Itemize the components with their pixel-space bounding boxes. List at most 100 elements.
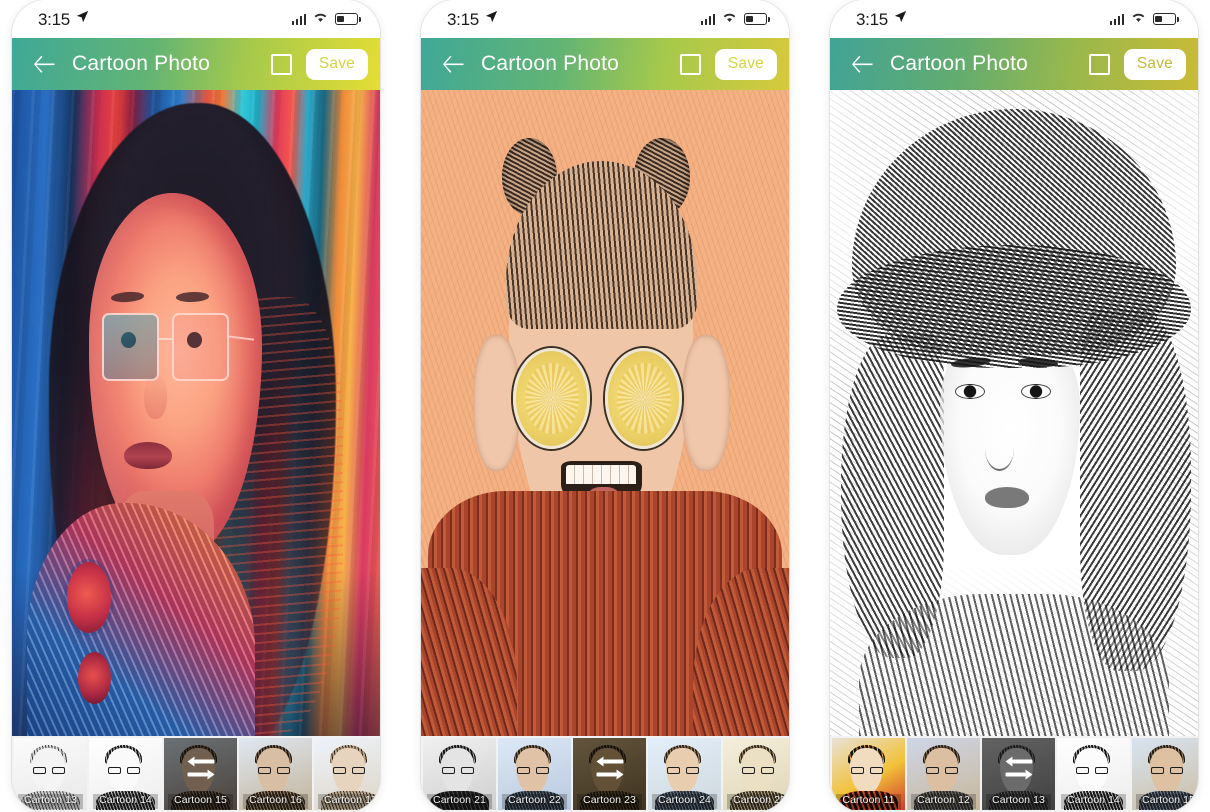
- filter-thumbnail[interactable]: Cartoon 24: [648, 738, 721, 810]
- save-button[interactable]: Save: [305, 48, 368, 80]
- filter-thumbnail[interactable]: Cartoon 25: [723, 738, 789, 810]
- back-button[interactable]: [441, 51, 467, 77]
- location-arrow-icon: [894, 10, 907, 28]
- shirt-rose-motif-1: [67, 561, 112, 633]
- filter-thumbnail-selected[interactable]: Cartoon 23: [573, 738, 646, 810]
- filter-strip-2[interactable]: Cartoon 21 Cartoon 22 Cartoon 23 Cartoon…: [421, 736, 789, 812]
- app-bar-3: Cartoon Photo Save: [830, 38, 1198, 90]
- subject-nose: [984, 426, 1014, 472]
- cellular-signal-icon: [291, 13, 306, 25]
- filter-label: Cartoon 14: [1067, 794, 1120, 807]
- crop-square-icon[interactable]: [1088, 53, 1110, 75]
- status-time: 3:15: [38, 9, 70, 29]
- wifi-icon: [313, 10, 328, 28]
- filter-label: Cartoon 21: [433, 794, 486, 807]
- phone-screen-3: 3:15 Cartoon Photo Save Cartoon 11 Carto…: [830, 0, 1198, 812]
- orange-slice-right: [605, 348, 683, 449]
- filter-strip-1[interactable]: Cartoon 13 Cartoon 14 Cartoon 15 Cartoon…: [12, 736, 380, 812]
- location-arrow-icon: [485, 10, 498, 28]
- app-bar-1: Cartoon Photo Save: [12, 38, 380, 90]
- filter-thumbnail[interactable]: Cartoon 12: [907, 738, 980, 810]
- crop-square-icon[interactable]: [270, 53, 292, 75]
- edited-photo-pencil-sketch: [830, 90, 1198, 736]
- battery-icon: [744, 13, 770, 25]
- compare-arrows-icon: [596, 756, 623, 780]
- status-bar-left-3: 3:15: [856, 10, 907, 28]
- orange-slice-left: [513, 348, 591, 449]
- shirt-rose-motif-2: [78, 652, 112, 704]
- filter-label: Cartoon 13: [992, 794, 1045, 807]
- save-button[interactable]: Save: [1123, 48, 1186, 80]
- filter-thumbnail[interactable]: Cartoon 22: [498, 738, 571, 810]
- status-bar-left-1: 3:15: [38, 10, 89, 28]
- status-bar-3: 3:15: [830, 0, 1198, 38]
- save-button[interactable]: Save: [714, 48, 777, 80]
- filter-thumbnail[interactable]: Cartoon 21: [423, 738, 496, 810]
- filter-label: Cartoon 25: [733, 794, 786, 807]
- filter-thumbnail[interactable]: Cartoon 15: [1132, 738, 1198, 810]
- page-title: Cartoon Photo: [72, 52, 211, 75]
- back-button[interactable]: [32, 51, 58, 77]
- filter-label: Cartoon 24: [658, 794, 711, 807]
- filter-thumbnail[interactable]: Cartoon 16: [239, 738, 312, 810]
- status-time: 3:15: [447, 9, 479, 29]
- filter-thumbnail[interactable]: Cartoon 17: [314, 738, 380, 810]
- photo-canvas-2[interactable]: [421, 90, 789, 736]
- edited-photo-orange-slices: [421, 90, 789, 736]
- filter-label: Cartoon 17: [324, 794, 377, 807]
- status-bar-left-2: 3:15: [447, 10, 498, 28]
- subject-eyeglass-bridge: [159, 338, 173, 341]
- filter-thumbnail[interactable]: Cartoon 14: [89, 738, 162, 810]
- filter-label: Cartoon 15: [174, 794, 227, 807]
- compare-arrows-icon: [1005, 756, 1032, 780]
- back-button[interactable]: [850, 51, 876, 77]
- status-bar-1: 3:15: [12, 0, 380, 38]
- filter-thumbnail[interactable]: Cartoon 11: [832, 738, 905, 810]
- edited-photo-neon-portrait: [12, 90, 380, 736]
- filter-label: Cartoon 15: [1142, 794, 1195, 807]
- filter-thumbnail-selected[interactable]: Cartoon 15: [164, 738, 237, 810]
- filter-label: Cartoon 13: [24, 794, 77, 807]
- status-bar-right-1: [291, 10, 361, 28]
- status-bar-2: 3:15: [421, 0, 789, 38]
- battery-icon: [1153, 13, 1179, 25]
- subject-lips: [984, 487, 1029, 508]
- subject-shoulders: [859, 593, 1169, 736]
- screenshot-stage: 3:15 Cartoon Photo Save Cartoon 13 Carto…: [0, 0, 1210, 812]
- subject-eyeglass-left: [102, 312, 160, 381]
- subject-hand-right: [682, 335, 731, 472]
- location-arrow-icon: [76, 10, 89, 28]
- cellular-signal-icon: [700, 13, 715, 25]
- filter-label: Cartoon 23: [583, 794, 636, 807]
- subject-eyeglass-right: [172, 312, 230, 381]
- page-title: Cartoon Photo: [481, 52, 620, 75]
- filter-thumbnail[interactable]: Cartoon 13: [14, 738, 87, 810]
- photo-canvas-3[interactable]: [830, 90, 1198, 736]
- status-bar-right-2: [700, 10, 770, 28]
- filter-label: Cartoon 12: [917, 794, 970, 807]
- photo-canvas-1[interactable]: [12, 90, 380, 736]
- filter-label: Cartoon 22: [508, 794, 561, 807]
- phone-screen-1: 3:15 Cartoon Photo Save Cartoon 13 Carto…: [12, 0, 380, 812]
- status-bar-right-3: [1109, 10, 1179, 28]
- compare-arrows-icon: [187, 756, 214, 780]
- phone-screen-2: 3:15 Cartoon Photo Save Cartoon 21 Carto…: [421, 0, 789, 812]
- filter-thumbnail-selected[interactable]: Cartoon 13: [982, 738, 1055, 810]
- filter-label: Cartoon 16: [249, 794, 302, 807]
- cellular-signal-icon: [1109, 13, 1124, 25]
- subject-nose: [144, 374, 167, 420]
- app-bar-2: Cartoon Photo Save: [421, 38, 789, 90]
- battery-icon: [335, 13, 361, 25]
- wifi-icon: [1131, 10, 1146, 28]
- subject-eye-left: [955, 383, 985, 399]
- subject-eye-right: [1021, 383, 1051, 399]
- subject-lips: [124, 442, 173, 470]
- filter-thumbnail[interactable]: Cartoon 14: [1057, 738, 1130, 810]
- back-arrow-icon: [852, 55, 873, 73]
- back-arrow-icon: [443, 55, 464, 73]
- filter-strip-3[interactable]: Cartoon 11 Cartoon 12 Cartoon 13 Cartoon…: [830, 736, 1198, 812]
- subject-teeth: [566, 464, 637, 485]
- page-title: Cartoon Photo: [890, 52, 1029, 75]
- crop-square-icon[interactable]: [679, 53, 701, 75]
- wifi-icon: [722, 10, 737, 28]
